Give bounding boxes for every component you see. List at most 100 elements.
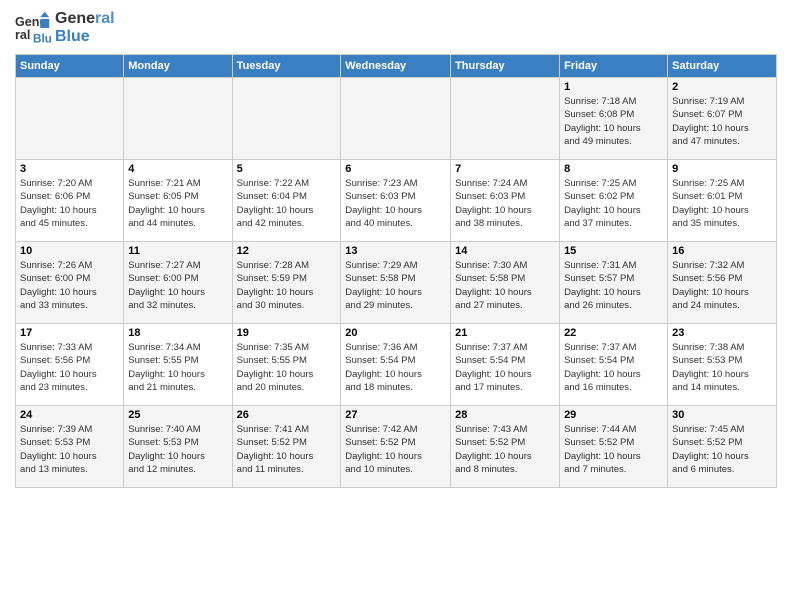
- day-number: 11: [128, 245, 227, 257]
- calendar-day-cell: [232, 78, 341, 160]
- calendar-day-cell: 5 Sunrise: 7:22 AM Sunset: 6:04 PM Daylig…: [232, 160, 341, 242]
- calendar-day-cell: 26 Sunrise: 7:41 AM Sunset: 5:52 PM Dayli…: [232, 406, 341, 488]
- header-row: SundayMondayTuesdayWednesdayThursdayFrid…: [16, 55, 777, 78]
- day-number: 15: [564, 245, 663, 257]
- day-number: 13: [345, 245, 446, 257]
- calendar-day-cell: 4Sunrise: 7:21 AM Sunset: 6:05 PM Daylig…: [124, 160, 232, 242]
- day-info: Sunrise: 7:33 AM Sunset: 5:56 PM Dayligh…: [20, 341, 119, 394]
- header: Gene ral Blue General Blue: [15, 10, 777, 46]
- day-info: Sunrise: 7:26 AM Sunset: 6:00 PM Dayligh…: [20, 259, 119, 312]
- day-info: Sunrise: 7:25 AM Sunset: 6:01 PM Dayligh…: [672, 177, 772, 230]
- svg-text:ral: ral: [15, 28, 30, 42]
- day-number: 2: [672, 81, 772, 93]
- calendar-day-cell: 28Sunrise: 7:43 AM Sunset: 5:52 PM Dayli…: [451, 406, 560, 488]
- day-number: 6: [345, 163, 446, 175]
- calendar-day-cell: 6 Sunrise: 7:23 AM Sunset: 6:03 PM Daylig…: [341, 160, 451, 242]
- day-info: Sunrise: 7:39 AM Sunset: 5:53 PM Dayligh…: [20, 423, 119, 476]
- calendar-day-cell: 18Sunrise: 7:34 AM Sunset: 5:55 PM Dayli…: [124, 324, 232, 406]
- calendar-day-cell: 9 Sunrise: 7:25 AM Sunset: 6:01 PM Daylig…: [668, 160, 777, 242]
- day-info: Sunrise: 7:22 AM Sunset: 6:04 PM Dayligh…: [237, 177, 337, 230]
- day-number: 8: [564, 163, 663, 175]
- calendar-day-cell: 17 Sunrise: 7:33 AM Sunset: 5:56 PM Dayli…: [16, 324, 124, 406]
- day-info: Sunrise: 7:25 AM Sunset: 6:02 PM Dayligh…: [564, 177, 663, 230]
- day-info: Sunrise: 7:18 AM Sunset: 6:08 PM Dayligh…: [564, 95, 663, 148]
- day-number: 4: [128, 163, 227, 175]
- day-info: Sunrise: 7:30 AM Sunset: 5:58 PM Dayligh…: [455, 259, 555, 312]
- day-number: 9: [672, 163, 772, 175]
- calendar-day-cell: [16, 78, 124, 160]
- day-info: Sunrise: 7:38 AM Sunset: 5:53 PM Dayligh…: [672, 341, 772, 394]
- day-number: 30: [672, 409, 772, 421]
- day-info: Sunrise: 7:37 AM Sunset: 5:54 PM Dayligh…: [455, 341, 555, 394]
- day-number: 20: [345, 327, 446, 339]
- day-info: Sunrise: 7:41 AM Sunset: 5:52 PM Dayligh…: [237, 423, 337, 476]
- calendar-day-cell: 2 Sunrise: 7:19 AM Sunset: 6:07 PM Daylig…: [668, 78, 777, 160]
- weekday-header: Monday: [124, 55, 232, 78]
- calendar-day-cell: 29 Sunrise: 7:44 AM Sunset: 5:52 PM Dayli…: [560, 406, 668, 488]
- calendar-day-cell: 30 Sunrise: 7:45 AM Sunset: 5:52 PM Dayli…: [668, 406, 777, 488]
- day-info: Sunrise: 7:45 AM Sunset: 5:52 PM Dayligh…: [672, 423, 772, 476]
- day-info: Sunrise: 7:36 AM Sunset: 5:54 PM Dayligh…: [345, 341, 446, 394]
- calendar-day-cell: 27Sunrise: 7:42 AM Sunset: 5:52 PM Dayli…: [341, 406, 451, 488]
- day-info: Sunrise: 7:40 AM Sunset: 5:53 PM Dayligh…: [128, 423, 227, 476]
- day-number: 3: [20, 163, 119, 175]
- day-number: 24: [20, 409, 119, 421]
- svg-text:Blue: Blue: [33, 32, 51, 45]
- day-info: Sunrise: 7:34 AM Sunset: 5:55 PM Dayligh…: [128, 341, 227, 394]
- calendar-day-cell: 12Sunrise: 7:28 AM Sunset: 5:59 PM Dayli…: [232, 242, 341, 324]
- calendar-day-cell: 22Sunrise: 7:37 AM Sunset: 5:54 PM Dayli…: [560, 324, 668, 406]
- day-number: 5: [237, 163, 337, 175]
- day-number: 27: [345, 409, 446, 421]
- day-info: Sunrise: 7:35 AM Sunset: 5:55 PM Dayligh…: [237, 341, 337, 394]
- day-number: 14: [455, 245, 555, 257]
- logo-icon: Gene ral Blue: [15, 10, 51, 46]
- calendar-day-cell: 21Sunrise: 7:37 AM Sunset: 5:54 PM Dayli…: [451, 324, 560, 406]
- calendar-day-cell: [124, 78, 232, 160]
- weekday-header: Wednesday: [341, 55, 451, 78]
- calendar-header: SundayMondayTuesdayWednesdayThursdayFrid…: [16, 55, 777, 78]
- calendar-day-cell: 13 Sunrise: 7:29 AM Sunset: 5:58 PM Dayli…: [341, 242, 451, 324]
- day-number: 29: [564, 409, 663, 421]
- calendar-day-cell: 24 Sunrise: 7:39 AM Sunset: 5:53 PM Dayli…: [16, 406, 124, 488]
- weekday-header: Friday: [560, 55, 668, 78]
- day-info: Sunrise: 7:29 AM Sunset: 5:58 PM Dayligh…: [345, 259, 446, 312]
- calendar-week-row: 1Sunrise: 7:18 AM Sunset: 6:08 PM Daylig…: [16, 78, 777, 160]
- day-number: 26: [237, 409, 337, 421]
- calendar-week-row: 10 Sunrise: 7:26 AM Sunset: 6:00 PM Dayli…: [16, 242, 777, 324]
- day-info: Sunrise: 7:27 AM Sunset: 6:00 PM Dayligh…: [128, 259, 227, 312]
- page: Gene ral Blue General Blue SundayMondayT…: [0, 0, 792, 498]
- day-info: Sunrise: 7:37 AM Sunset: 5:54 PM Dayligh…: [564, 341, 663, 394]
- day-info: Sunrise: 7:43 AM Sunset: 5:52 PM Dayligh…: [455, 423, 555, 476]
- day-number: 23: [672, 327, 772, 339]
- day-number: 17: [20, 327, 119, 339]
- calendar-day-cell: 8 Sunrise: 7:25 AM Sunset: 6:02 PM Daylig…: [560, 160, 668, 242]
- calendar-day-cell: 3 Sunrise: 7:20 AM Sunset: 6:06 PM Daylig…: [16, 160, 124, 242]
- day-info: Sunrise: 7:23 AM Sunset: 6:03 PM Dayligh…: [345, 177, 446, 230]
- day-number: 12: [237, 245, 337, 257]
- day-number: 7: [455, 163, 555, 175]
- day-number: 25: [128, 409, 227, 421]
- calendar-week-row: 17 Sunrise: 7:33 AM Sunset: 5:56 PM Dayli…: [16, 324, 777, 406]
- calendar-day-cell: 11 Sunrise: 7:27 AM Sunset: 6:00 PM Dayli…: [124, 242, 232, 324]
- calendar-day-cell: [451, 78, 560, 160]
- calendar-day-cell: 20 Sunrise: 7:36 AM Sunset: 5:54 PM Dayli…: [341, 324, 451, 406]
- weekday-header: Tuesday: [232, 55, 341, 78]
- day-number: 10: [20, 245, 119, 257]
- day-info: Sunrise: 7:44 AM Sunset: 5:52 PM Dayligh…: [564, 423, 663, 476]
- calendar-table: SundayMondayTuesdayWednesdayThursdayFrid…: [15, 54, 777, 488]
- day-info: Sunrise: 7:19 AM Sunset: 6:07 PM Dayligh…: [672, 95, 772, 148]
- calendar-day-cell: 1Sunrise: 7:18 AM Sunset: 6:08 PM Daylig…: [560, 78, 668, 160]
- weekday-header: Sunday: [16, 55, 124, 78]
- day-info: Sunrise: 7:24 AM Sunset: 6:03 PM Dayligh…: [455, 177, 555, 230]
- calendar-day-cell: 25 Sunrise: 7:40 AM Sunset: 5:53 PM Dayli…: [124, 406, 232, 488]
- day-info: Sunrise: 7:31 AM Sunset: 5:57 PM Dayligh…: [564, 259, 663, 312]
- calendar-week-row: 3 Sunrise: 7:20 AM Sunset: 6:06 PM Daylig…: [16, 160, 777, 242]
- day-info: Sunrise: 7:20 AM Sunset: 6:06 PM Dayligh…: [20, 177, 119, 230]
- calendar-day-cell: 19Sunrise: 7:35 AM Sunset: 5:55 PM Dayli…: [232, 324, 341, 406]
- day-info: Sunrise: 7:32 AM Sunset: 5:56 PM Dayligh…: [672, 259, 772, 312]
- day-number: 16: [672, 245, 772, 257]
- calendar-week-row: 24 Sunrise: 7:39 AM Sunset: 5:53 PM Dayli…: [16, 406, 777, 488]
- calendar-day-cell: 14 Sunrise: 7:30 AM Sunset: 5:58 PM Dayli…: [451, 242, 560, 324]
- calendar-day-cell: 7 Sunrise: 7:24 AM Sunset: 6:03 PM Daylig…: [451, 160, 560, 242]
- logo: Gene ral Blue General Blue: [15, 10, 115, 46]
